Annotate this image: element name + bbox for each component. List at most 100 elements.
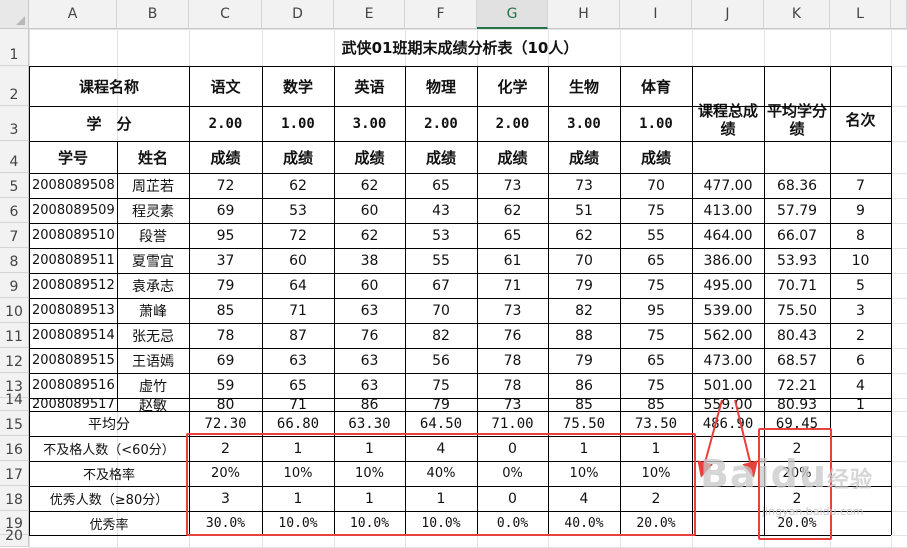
student-id[interactable]: 2008089515 [29,348,117,373]
score-cell[interactable]: 63 [262,348,334,373]
score-cell[interactable]: 71 [262,398,334,411]
row-header-4[interactable]: 4 [0,141,29,173]
excellent-count-label[interactable]: 优秀人数（≥80分） [29,486,189,511]
column-header-c[interactable]: C [189,0,262,29]
student-name[interactable]: 赵敏 [117,398,189,411]
score-cell[interactable]: 62 [262,173,334,198]
rank-cell[interactable]: 3 [830,298,891,323]
row-header-18[interactable]: 18 [0,486,29,511]
score-cell[interactable]: 82 [548,298,620,323]
score-cell[interactable]: 38 [334,248,405,273]
score-cell[interactable]: 80 [189,398,262,411]
score-label[interactable]: 成绩 [189,141,262,173]
row-header-20[interactable]: 20 [0,528,29,547]
course-total-cell[interactable]: 473.00 [692,348,764,373]
score-cell[interactable]: 62 [334,173,405,198]
subject-header[interactable]: 语文 [189,66,262,106]
score-label[interactable]: 成绩 [334,141,405,173]
fail-count-label[interactable]: 不及格人数（<60分） [29,436,189,461]
credit-value[interactable]: 3.00 [548,106,620,141]
subject-header[interactable]: 生物 [548,66,620,106]
score-cell[interactable]: 71 [477,273,548,298]
avg-credit-cell[interactable]: 57.79 [764,198,830,223]
row-header-3[interactable]: 3 [0,106,29,141]
column-header-b[interactable]: B [117,0,189,29]
score-cell[interactable]: 61 [477,248,548,273]
student-id[interactable]: 2008089508 [29,173,117,198]
avg-total-value[interactable]: 486.90 [692,411,764,436]
score-cell[interactable]: 65 [620,348,692,373]
score-cell[interactable]: 62 [334,223,405,248]
avg-credit-cell[interactable]: 75.50 [764,298,830,323]
subject-header[interactable]: 英语 [334,66,405,106]
student-name[interactable]: 王语嫣 [117,348,189,373]
student-id[interactable]: 2008089512 [29,273,117,298]
row-header-16[interactable]: 16 [0,436,29,461]
avg-credit-cell[interactable]: 68.36 [764,173,830,198]
header-rank[interactable]: 名次 [830,66,891,173]
rank-cell[interactable]: 7 [830,173,891,198]
course-total-cell[interactable]: 386.00 [692,248,764,273]
rank-cell[interactable]: 8 [830,223,891,248]
spreadsheet[interactable]: A B C D E F G H I J K L 1 2 3 4 5 6 7 8 9 10 11 12 13 14 15 16 17 18 1… [0,0,907,548]
row-header-11[interactable]: 11 [0,323,29,348]
row-header-15[interactable]: 15 [0,411,29,436]
subject-header[interactable]: 数学 [262,66,334,106]
score-cell[interactable]: 86 [548,373,620,398]
score-cell[interactable]: 85 [189,298,262,323]
avg-credit-cell[interactable]: 80.93 [764,398,830,411]
row-header-6[interactable]: 6 [0,198,29,223]
student-id[interactable]: 2008089513 [29,298,117,323]
score-cell[interactable]: 55 [405,248,477,273]
student-name[interactable]: 张无忌 [117,323,189,348]
column-header-i[interactable]: I [620,0,692,29]
score-cell[interactable]: 53 [262,198,334,223]
column-header-g[interactable]: G [477,0,548,29]
score-cell[interactable]: 64 [262,273,334,298]
score-cell[interactable]: 62 [548,223,620,248]
score-cell[interactable]: 87 [262,323,334,348]
score-cell[interactable]: 73 [548,173,620,198]
score-cell[interactable]: 60 [334,198,405,223]
score-cell[interactable]: 53 [405,223,477,248]
score-cell[interactable]: 51 [548,198,620,223]
score-cell[interactable]: 72 [262,223,334,248]
rank-cell[interactable]: 2 [830,323,891,348]
score-cell[interactable]: 73 [477,173,548,198]
score-cell[interactable]: 62 [477,198,548,223]
student-id[interactable]: 2008089516 [29,373,117,398]
score-cell[interactable]: 63 [334,373,405,398]
score-cell[interactable]: 73 [477,298,548,323]
score-cell[interactable]: 60 [334,273,405,298]
score-cell[interactable]: 86 [334,398,405,411]
score-label[interactable]: 成绩 [548,141,620,173]
course-total-cell[interactable]: 477.00 [692,173,764,198]
header-name[interactable]: 姓名 [117,141,189,173]
course-total-cell[interactable]: 464.00 [692,223,764,248]
student-name[interactable]: 夏雪宜 [117,248,189,273]
excellent-rate-label[interactable]: 优秀率 [29,511,189,535]
score-cell[interactable]: 63 [334,298,405,323]
score-cell[interactable]: 56 [405,348,477,373]
score-cell[interactable]: 75 [620,273,692,298]
student-name[interactable]: 周芷若 [117,173,189,198]
header-credit[interactable]: 学 分 [29,106,189,141]
score-cell[interactable]: 79 [189,273,262,298]
row-header-14[interactable]: 14 [0,392,29,411]
score-cell[interactable]: 75 [620,198,692,223]
score-cell[interactable]: 75 [620,373,692,398]
avg-credit-cell[interactable]: 72.21 [764,373,830,398]
score-cell[interactable]: 88 [548,323,620,348]
student-id[interactable]: 2008089509 [29,198,117,223]
subject-header[interactable]: 体育 [620,66,692,106]
column-header-e[interactable]: E [334,0,405,29]
score-cell[interactable]: 65 [477,223,548,248]
credit-value[interactable]: 1.00 [620,106,692,141]
score-cell[interactable]: 65 [620,248,692,273]
row-header-7[interactable]: 7 [0,223,29,248]
course-total-cell[interactable]: 413.00 [692,198,764,223]
column-header-l[interactable]: L [830,0,891,29]
avg-credit-cell[interactable]: 66.07 [764,223,830,248]
rank-cell[interactable]: 1 [830,398,891,411]
subject-header[interactable]: 物理 [405,66,477,106]
